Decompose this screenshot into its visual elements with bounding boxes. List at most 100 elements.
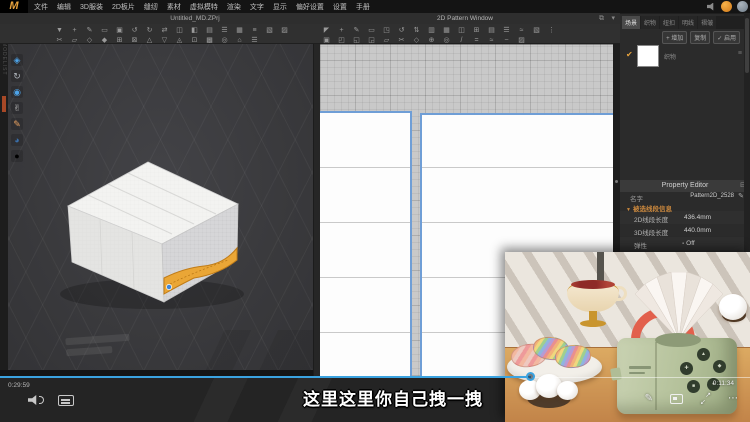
tool-icon[interactable]: ▤: [205, 26, 214, 35]
tool-icon[interactable]: =: [472, 36, 481, 45]
tool-icon[interactable]: ☰: [220, 26, 229, 35]
tool-icon[interactable]: ◎: [220, 36, 229, 45]
tool-icon[interactable]: ▤: [487, 26, 496, 35]
menu-item[interactable]: 3D服装: [80, 2, 103, 12]
speaker-icon[interactable]: [707, 3, 716, 11]
menu-item[interactable]: 偏好设置: [296, 2, 324, 12]
tool-icon[interactable]: ⊞: [472, 26, 481, 35]
viewport-tool-icon[interactable]: ◉: [11, 86, 23, 98]
tool-icon[interactable]: ↺: [397, 26, 406, 35]
card-icon[interactable]: [670, 394, 683, 404]
tool-icon[interactable]: ▨: [280, 26, 289, 35]
tool-icon[interactable]: ▱: [382, 36, 391, 45]
tool-icon[interactable]: ~: [502, 36, 511, 45]
tool-icon[interactable]: ↺: [130, 26, 139, 35]
tool-icon[interactable]: ▦: [235, 26, 244, 35]
tissue-box-3d-model[interactable]: [38, 144, 273, 319]
video-progress-handle[interactable]: [526, 372, 535, 381]
tool-icon[interactable]: ⌂: [235, 36, 244, 45]
viewport-tool-icon[interactable]: ✎: [11, 118, 23, 130]
tool-icon[interactable]: ◫: [175, 26, 184, 35]
object-browser-button[interactable]: 复制: [690, 31, 710, 44]
object-browser-tab[interactable]: 场景: [622, 16, 640, 29]
tool-icon[interactable]: ▭: [100, 26, 109, 35]
tool-icon[interactable]: ◳: [382, 26, 391, 35]
tool-icon[interactable]: ↻: [145, 26, 154, 35]
viewport-tool-icon[interactable]: ↻: [11, 70, 23, 82]
tool-icon[interactable]: ◇: [412, 36, 421, 45]
object-browser-tab[interactable]: 纽扣: [660, 16, 678, 29]
resize-icon[interactable]: ↗↙: [700, 393, 711, 404]
tool-icon[interactable]: /: [457, 36, 466, 45]
video-progress-bar[interactable]: [0, 376, 531, 378]
menu-item[interactable]: 2D板片: [112, 2, 135, 12]
tool-icon[interactable]: ◫: [457, 26, 466, 35]
subtitle-toggle-icon[interactable]: [58, 395, 74, 406]
tool-icon[interactable]: ◲: [367, 36, 376, 45]
tool-icon[interactable]: ▥: [427, 26, 436, 35]
tool-icon[interactable]: ≈: [517, 26, 526, 35]
tool-icon[interactable]: ▣: [322, 36, 331, 45]
tool-icon[interactable]: ◬: [175, 36, 184, 45]
menu-item[interactable]: 设置: [333, 2, 347, 12]
menu-item[interactable]: 显示: [273, 2, 287, 12]
fabric-swatch[interactable]: [637, 45, 659, 67]
pane-divider[interactable]: [313, 44, 320, 376]
menu-item[interactable]: 素材: [167, 2, 181, 12]
viewport-tool-icon[interactable]: ●: [11, 150, 23, 162]
tool-icon[interactable]: ✂: [55, 36, 64, 45]
restore-window-icon[interactable]: ⧉: [599, 13, 604, 24]
viewport-tool-icon[interactable]: ◈: [11, 54, 23, 66]
video-progress-remaining[interactable]: [531, 377, 750, 378]
viewport-tool-icon[interactable]: ✌: [11, 102, 23, 114]
tool-icon[interactable]: ▣: [115, 26, 124, 35]
tool-icon[interactable]: ✂: [397, 36, 406, 45]
tool-icon[interactable]: ▨: [517, 36, 526, 45]
tool-icon[interactable]: ☰: [250, 36, 259, 45]
fabric-item-menu-icon[interactable]: ≡: [738, 50, 742, 57]
menu-item[interactable]: 渲染: [227, 2, 241, 12]
tool-icon[interactable]: +: [70, 26, 79, 35]
viewport-tool-icon[interactable]: ◕: [11, 134, 23, 146]
tool-icon[interactable]: ▧: [532, 26, 541, 35]
tool-icon[interactable]: ◱: [352, 36, 361, 45]
tool-icon[interactable]: ▩: [205, 36, 214, 45]
object-browser-button[interactable]: ✓ 启用: [713, 31, 740, 44]
viewport-3d[interactable]: ◈ ↻ ◉ ✌ ✎ ◕ ●: [8, 44, 313, 370]
tool-icon[interactable]: ⋮: [547, 26, 556, 35]
toggle-icon[interactable]: ▪: [682, 241, 684, 247]
tool-icon[interactable]: ✎: [352, 26, 361, 35]
tool-icon[interactable]: ◆: [100, 36, 109, 45]
pip-video-overlay[interactable]: ▲ ◆ ● ■ ✚ 0:11:34 ✎ ↗↙ ⋯: [505, 252, 750, 422]
chevron-down-icon[interactable]: ▾: [611, 13, 615, 24]
edit-pencil-icon[interactable]: ✎: [645, 393, 653, 404]
name-value[interactable]: Pattern2D_2528: [690, 193, 734, 199]
tool-icon[interactable]: ◰: [337, 36, 346, 45]
tool-icon[interactable]: ⇄: [160, 26, 169, 35]
volume-icon[interactable]: [28, 394, 44, 406]
more-options-icon[interactable]: ⋯: [728, 393, 738, 404]
tool-icon[interactable]: △: [145, 36, 154, 45]
menu-item[interactable]: 缝纫: [144, 2, 158, 12]
object-browser-tab[interactable]: 织物: [641, 16, 659, 29]
tool-icon[interactable]: ◇: [85, 36, 94, 45]
tool-icon[interactable]: ▦: [442, 26, 451, 35]
tool-icon[interactable]: ⊡: [190, 36, 199, 45]
tool-icon[interactable]: ⊕: [427, 36, 436, 45]
menu-item[interactable]: 手册: [356, 2, 370, 12]
menu-item[interactable]: 虚拟模特: [190, 2, 218, 12]
tool-icon[interactable]: +: [337, 26, 346, 35]
tool-icon[interactable]: ≈: [487, 36, 496, 45]
menu-item[interactable]: 文字: [250, 2, 264, 12]
tool-icon[interactable]: ◎: [442, 36, 451, 45]
tool-icon[interactable]: ⊞: [115, 36, 124, 45]
tool-icon[interactable]: ☰: [502, 26, 511, 35]
tool-icon[interactable]: ✎: [85, 26, 94, 35]
menu-item[interactable]: 文件: [34, 2, 48, 12]
tool-icon[interactable]: ▽: [160, 36, 169, 45]
tool-icon[interactable]: ▭: [367, 26, 376, 35]
object-browser-button[interactable]: + 增加: [662, 31, 687, 44]
tool-icon[interactable]: ◧: [190, 26, 199, 35]
avatar-grey[interactable]: [737, 1, 748, 12]
document-title[interactable]: Untitled_MD.ZPrj: [130, 13, 260, 24]
